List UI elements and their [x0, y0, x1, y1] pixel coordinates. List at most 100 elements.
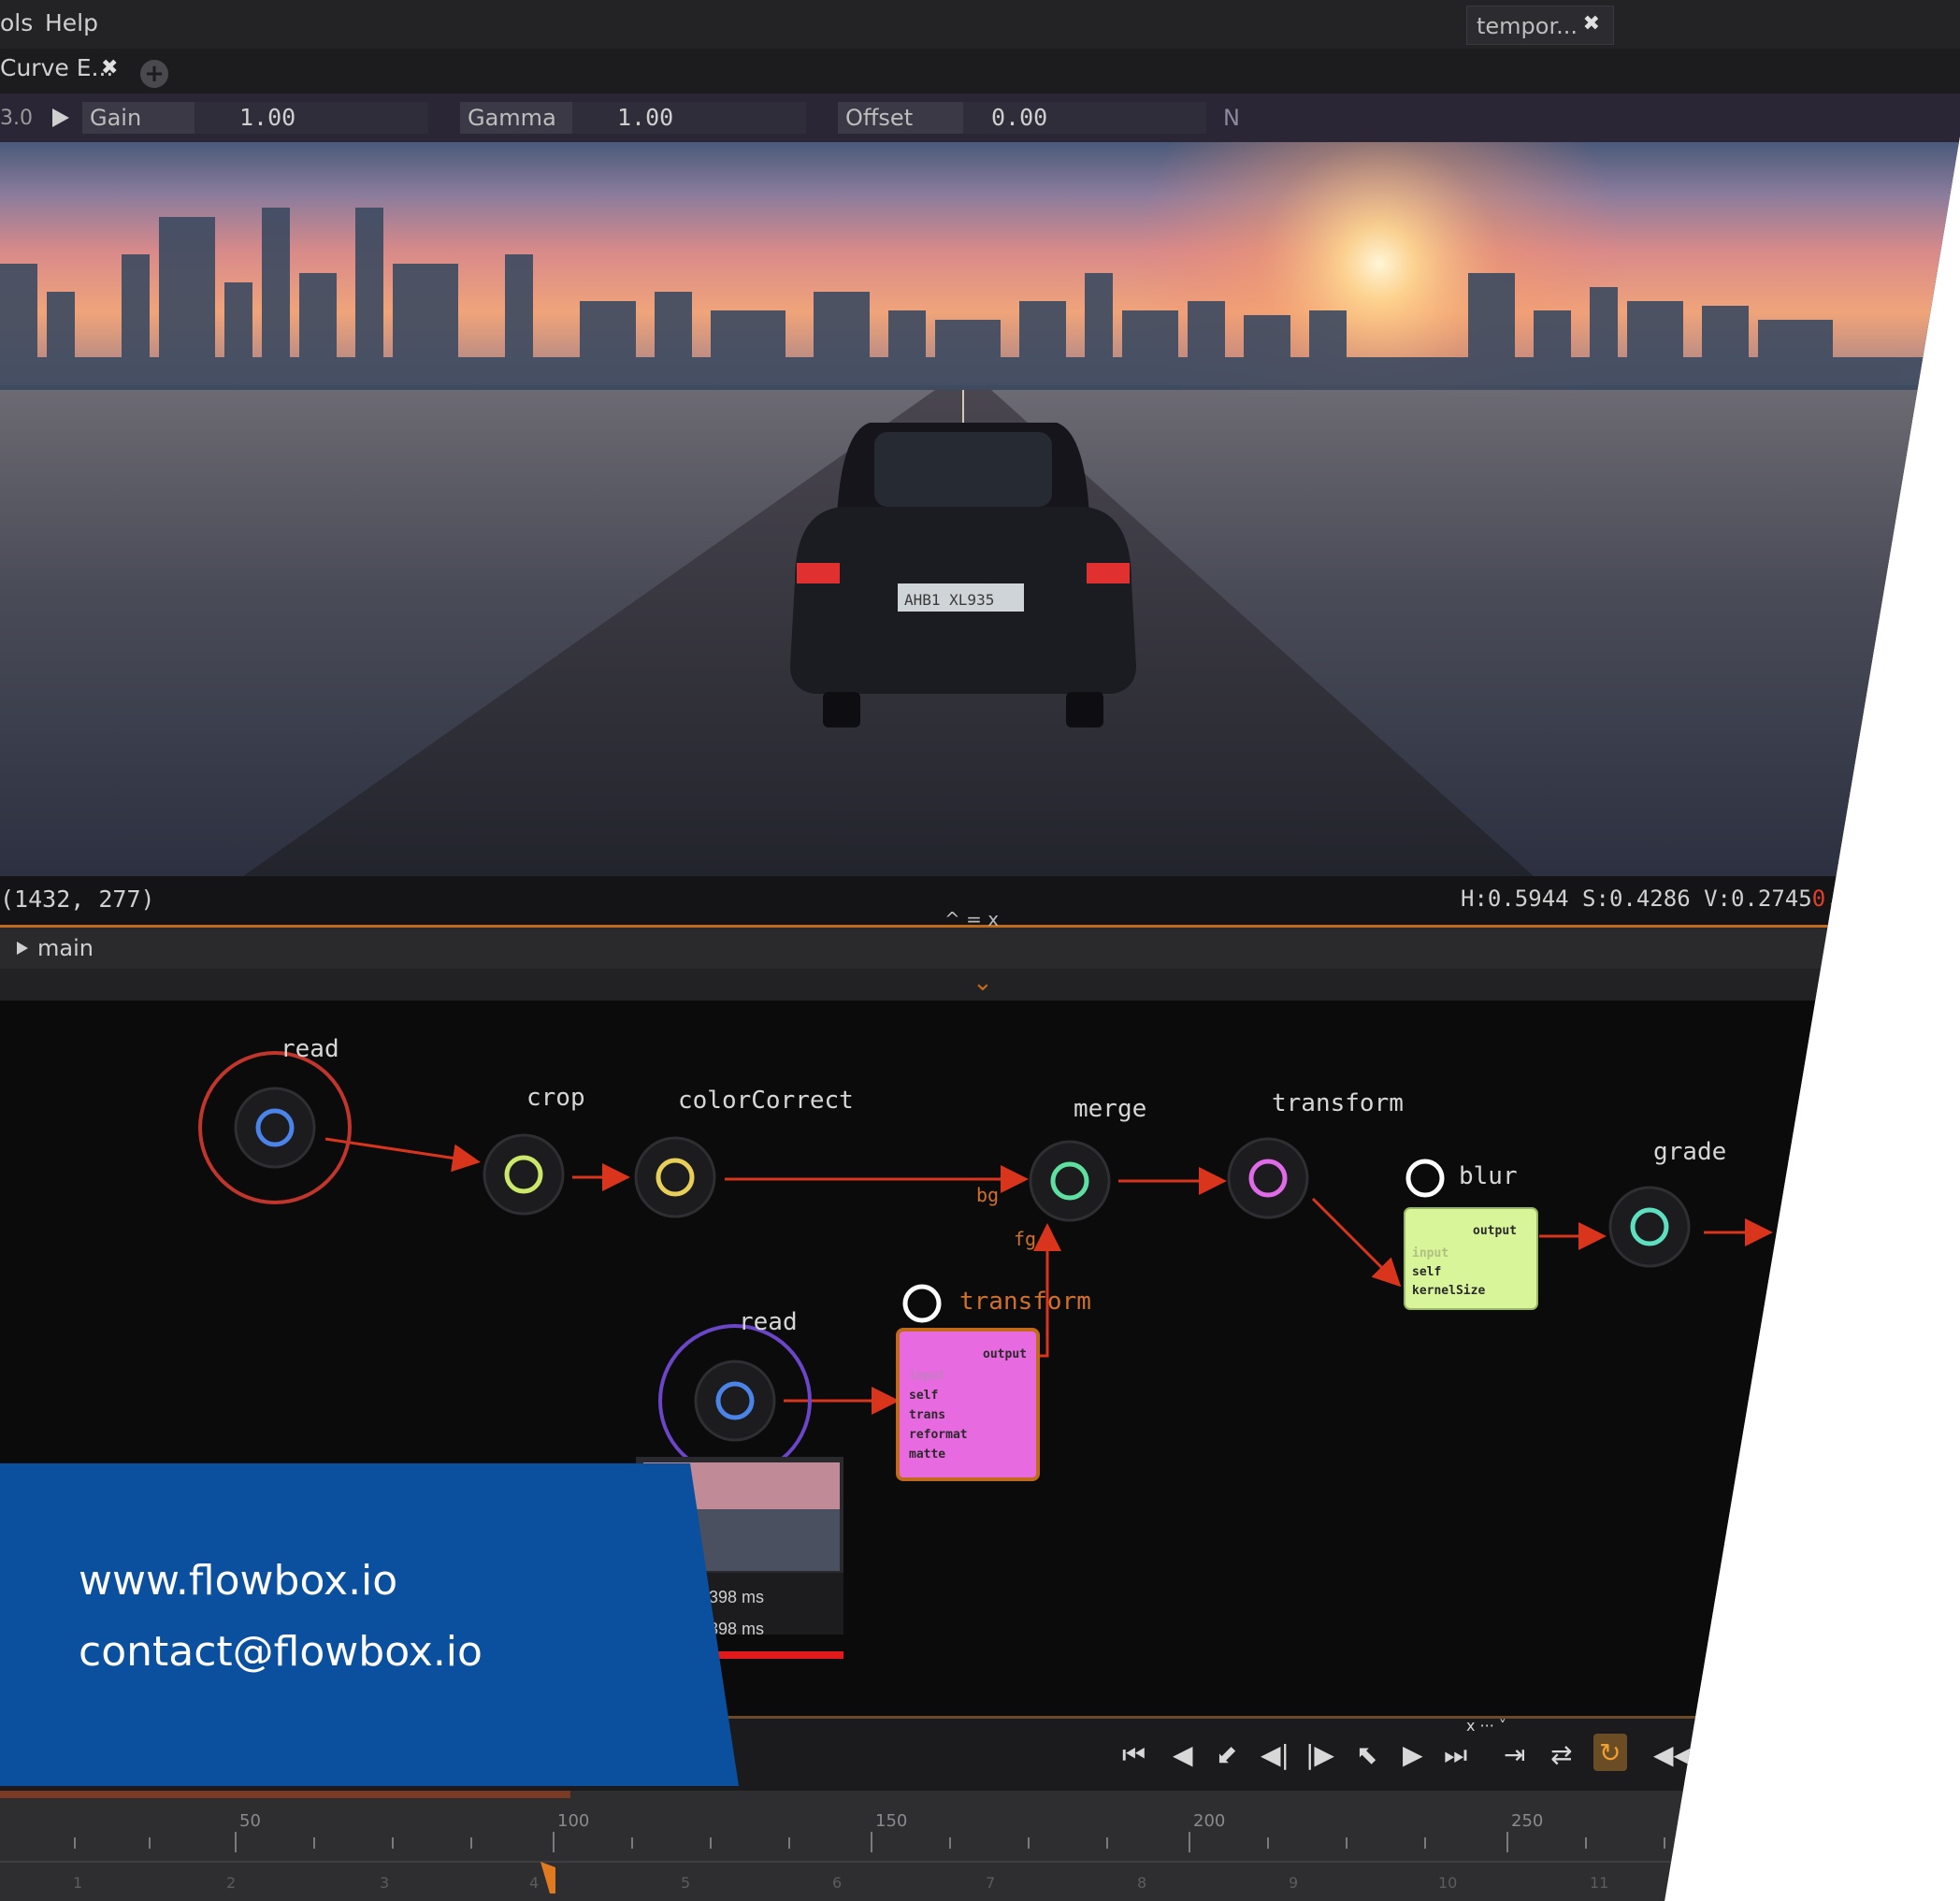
offset-value[interactable]: 0.00 — [991, 102, 1047, 134]
close-icon[interactable]: ✖ — [101, 56, 118, 79]
chevron-down-icon[interactable]: ⌄ — [973, 969, 993, 997]
contact-banner: www.flowbox.io contact@flowbox.io — [0, 1463, 739, 1786]
email-link[interactable]: contact@flowbox.io — [79, 1628, 483, 1676]
gain-label: Gain — [82, 102, 195, 134]
timeline-minor-2: 2 — [226, 1874, 236, 1892]
tab-curve-editor[interactable]: Curve E... — [0, 54, 113, 81]
timeline-minor-4: 4 — [529, 1874, 539, 1892]
play-icon[interactable] — [52, 108, 69, 127]
node-read[interactable]: read — [198, 1035, 352, 1204]
go-to-frame-button[interactable]: ⇥ — [1504, 1739, 1525, 1770]
license-plate: AHB1 XL935 — [904, 591, 994, 609]
timeline-minor-6: 6 — [832, 1874, 842, 1892]
timeline-minor-3: 3 — [380, 1874, 389, 1892]
playback-extras[interactable]: x ··· ˅ — [1466, 1717, 1506, 1735]
prev-key-button[interactable]: ⬋ — [1216, 1739, 1237, 1770]
loop-button[interactable]: ↻ — [1593, 1734, 1627, 1771]
node-merge[interactable]: merge bg fg — [976, 1095, 1146, 1250]
image-viewer[interactable]: AHB1 XL935 — [0, 142, 1960, 876]
viewer-frame: AHB1 XL935 — [0, 142, 1960, 876]
blur-port-input[interactable]: input — [1412, 1246, 1448, 1260]
gamma-value[interactable]: 1.00 — [617, 102, 673, 134]
offset-label: Offset — [838, 102, 963, 134]
breadcrumb-label: main — [37, 935, 94, 961]
timeline-cached-range — [0, 1791, 570, 1798]
jump-end-button[interactable]: ⏭ — [1444, 1739, 1467, 1771]
timeline-label-250: 250 — [1511, 1811, 1543, 1831]
transform-port-trans[interactable]: trans — [909, 1408, 945, 1422]
blur-port-kernelsize[interactable]: kernelSize — [1412, 1284, 1485, 1298]
timeline-minor-10: 10 — [1438, 1874, 1457, 1892]
transform-port-input[interactable]: input — [909, 1369, 945, 1383]
node-label-transform-2: transform — [959, 1288, 1091, 1316]
timeline-minor-11: 11 — [1590, 1874, 1608, 1892]
node-transform-2[interactable]: transform output input self trans reform… — [896, 1284, 1091, 1481]
node-grade[interactable]: grade — [1608, 1138, 1726, 1268]
timeline-major-labels: 50 100 150 200 250 — [239, 1811, 1543, 1831]
gain-value[interactable]: 1.00 — [239, 102, 295, 134]
playhead[interactable] — [540, 1862, 555, 1894]
exposure-value[interactable]: 3.0 — [0, 107, 33, 130]
website-link[interactable]: www.flowbox.io — [79, 1557, 397, 1605]
gamma-label: Gamma — [460, 102, 572, 134]
step-forward-button[interactable]: |▶ — [1305, 1739, 1334, 1770]
loop-icon: ↻ — [1599, 1737, 1621, 1768]
gamma-field[interactable]: Gamma 1.00 — [460, 102, 806, 134]
tab-temporary-label: tempor... — [1477, 13, 1578, 39]
gain-field[interactable]: Gain 1.00 — [82, 102, 428, 134]
rewind-button[interactable]: ◀◀ — [1653, 1739, 1693, 1770]
timeline-minor-labels: 1 2 3 4 5 6 7 8 9 10 11 — [73, 1874, 1608, 1892]
node-label-grade: grade — [1653, 1138, 1726, 1166]
timeline-label-200: 200 — [1193, 1811, 1225, 1831]
render-time-2: 398 ms — [709, 1620, 764, 1638]
node-globe-icon — [902, 1284, 942, 1323]
breadcrumb-item-main[interactable]: main — [0, 935, 94, 961]
render-time-1: 398 ms — [709, 1588, 764, 1606]
timeline-label-100: 100 — [557, 1811, 589, 1831]
node-transform[interactable]: transform — [1227, 1089, 1404, 1219]
node-label-read: read — [281, 1035, 339, 1063]
menu-tools[interactable]: ols — [0, 9, 33, 36]
node-label-blur: blur — [1459, 1162, 1518, 1190]
node-label-crop: crop — [526, 1084, 585, 1112]
timeline-minor-1: 1 — [73, 1874, 82, 1892]
timeline-minor-7: 7 — [986, 1874, 995, 1892]
timeline-label-150: 150 — [875, 1811, 907, 1831]
bounce-button[interactable]: ⇄ — [1550, 1739, 1572, 1770]
tab-temporary[interactable]: tempor... ✖ — [1466, 6, 1614, 45]
timeline-ticks — [0, 1832, 1960, 1863]
channel-indicator: N — [1223, 105, 1240, 131]
node-label-colorcorrect: colorCorrect — [678, 1087, 854, 1115]
merge-fg-port[interactable]: fg — [1014, 1228, 1036, 1250]
node-read-2[interactable]: read — [658, 1308, 812, 1477]
timeline[interactable]: 50 100 150 200 250 1 2 3 4 5 6 7 8 9 10 … — [0, 1791, 1960, 1901]
breadcrumb-arrow-icon — [17, 942, 28, 955]
node-blur[interactable]: blur output input self kernelSize — [1404, 1159, 1538, 1310]
pixel-coordinates: (1432, 277) — [0, 886, 155, 913]
node-crop[interactable]: crop — [483, 1084, 585, 1216]
transform-port-self[interactable]: self — [909, 1389, 938, 1403]
play-backward-button[interactable]: ◀ — [1173, 1739, 1193, 1770]
add-tab-icon[interactable]: + — [140, 60, 168, 88]
play-button[interactable]: ▶ — [1403, 1739, 1423, 1770]
offset-field[interactable]: Offset 0.00 — [838, 102, 1206, 134]
transform-port-reformat[interactable]: reformat — [909, 1428, 968, 1442]
hsv-trailing: 0. — [1811, 886, 1839, 912]
transform-port-output[interactable]: output — [983, 1347, 1027, 1361]
close-icon[interactable]: ✖ — [1583, 12, 1600, 36]
step-back-button[interactable]: ◀| — [1261, 1739, 1290, 1770]
blur-port-self[interactable]: self — [1412, 1265, 1441, 1279]
viewer-controls: 3.0 Gain 1.00 Gamma 1.00 Offset 0.00 N — [0, 94, 1960, 144]
next-key-button[interactable]: ⬉ — [1356, 1739, 1377, 1770]
viewer-status-bar: (1432, 277) H:0.5944 S:0.4286 V:0.27450.… — [0, 876, 1960, 930]
blur-port-output[interactable]: output — [1473, 1224, 1517, 1238]
transform-port-matte[interactable]: matte — [909, 1447, 945, 1462]
merge-bg-port[interactable]: bg — [976, 1184, 999, 1206]
menu-help[interactable]: Help — [45, 9, 98, 36]
editor-tab-row: Curve E... ✖ + — [0, 49, 1960, 94]
node-colorcorrect[interactable]: colorCorrect — [634, 1087, 854, 1218]
jump-start-button[interactable]: ⏮ — [1122, 1739, 1146, 1771]
timeline-label-50: 50 — [239, 1811, 261, 1831]
timeline-ruler: 50 100 150 200 250 1 2 3 4 5 6 7 8 9 10 … — [0, 1791, 1960, 1894]
graph-collapse-bar: ⌄ — [0, 969, 1960, 1001]
